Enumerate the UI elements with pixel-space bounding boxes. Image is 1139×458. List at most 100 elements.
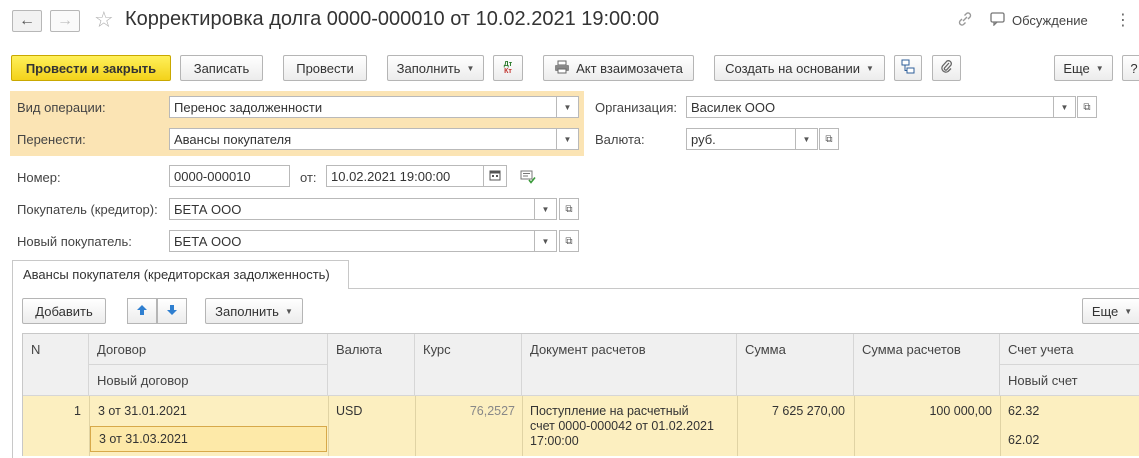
back-button[interactable]: ←: [12, 10, 42, 32]
cell-sum-calc[interactable]: 100 000,00: [854, 404, 992, 418]
open-window-icon: ⧉: [825, 133, 833, 145]
col-header-rate[interactable]: Курс: [415, 334, 522, 396]
post-button[interactable]: Провести: [283, 55, 367, 81]
number-field[interactable]: 0000-000010: [169, 165, 290, 187]
org-field[interactable]: Василек ООО: [686, 96, 1054, 118]
cell-doc-line2[interactable]: счет 0000-000042 от 01.02.2021: [530, 419, 714, 433]
transfer-field[interactable]: Авансы покупателя: [169, 128, 557, 150]
cell-new-account[interactable]: 62.02: [1008, 433, 1039, 447]
operation-label: Вид операции:: [17, 100, 106, 115]
cell-sum[interactable]: 7 625 270,00: [737, 404, 845, 418]
discussion-label: Обсуждение: [1012, 13, 1088, 28]
document-status-icon[interactable]: [520, 170, 536, 187]
table-fill-button[interactable]: Заполнить ▼: [205, 298, 303, 324]
post-and-close-button[interactable]: Провести и закрыть: [11, 55, 171, 81]
col-header-currency[interactable]: Валюта: [328, 334, 415, 396]
row-divider: [1000, 396, 1001, 456]
number-label: Номер:: [17, 170, 61, 185]
open-window-icon: ⧉: [565, 235, 573, 247]
buyer-label: Покупатель (кредитор):: [17, 202, 158, 217]
cell-doc-line1[interactable]: Поступление на расчетный: [530, 404, 689, 418]
transfer-label: Перенести:: [17, 132, 86, 147]
open-window-icon: ⧉: [1083, 101, 1091, 113]
arrow-up-icon: [136, 304, 148, 319]
save-button[interactable]: Записать: [180, 55, 263, 81]
col-header-n[interactable]: N: [23, 334, 89, 396]
attach-button[interactable]: [932, 55, 961, 81]
cell-currency[interactable]: USD: [336, 404, 362, 418]
new-buyer-label: Новый покупатель:: [17, 234, 132, 249]
chevron-down-icon: ▼: [865, 63, 874, 73]
currency-open-button[interactable]: ⧉: [819, 128, 839, 150]
move-up-button[interactable]: [127, 298, 157, 324]
fill-label: Заполнить: [396, 60, 461, 76]
fill-dropdown-button[interactable]: Заполнить ▼: [387, 55, 484, 81]
post-and-close-label: Провести и закрыть: [25, 60, 157, 76]
cell-n[interactable]: 1: [23, 404, 81, 418]
add-button[interactable]: Добавить: [22, 298, 106, 324]
row-divider: [328, 396, 329, 456]
col-header-account[interactable]: Счет учета: [1000, 334, 1139, 365]
star-icon[interactable]: ☆: [94, 7, 114, 33]
org-dropdown[interactable]: ▼: [1054, 96, 1076, 118]
chevron-down-icon: ▼: [563, 134, 572, 144]
calendar-icon: [489, 169, 501, 184]
transfer-dropdown[interactable]: ▼: [557, 128, 579, 150]
arrow-down-icon: [166, 304, 178, 319]
cell-contract[interactable]: 3 от 31.01.2021: [98, 404, 187, 418]
help-button[interactable]: ?: [1122, 55, 1139, 81]
new-buyer-field[interactable]: БЕТА ООО: [169, 230, 535, 252]
buyer-field[interactable]: БЕТА ООО: [169, 198, 535, 220]
table-more-button[interactable]: Еще ▼: [1082, 298, 1139, 324]
new-buyer-open-button[interactable]: ⧉: [559, 230, 579, 252]
chevron-down-icon: ▼: [541, 204, 550, 214]
document-structure-icon: [900, 59, 916, 78]
link-icon[interactable]: [957, 11, 973, 32]
more-button[interactable]: Еще ▼: [1054, 55, 1113, 81]
calendar-button[interactable]: [484, 165, 507, 187]
page-title: Корректировка долга 0000-000010 от 10.02…: [125, 8, 660, 30]
currency-dropdown[interactable]: ▼: [796, 128, 818, 150]
col-header-sum-calc[interactable]: Сумма расчетов: [854, 334, 1000, 396]
buyer-open-button[interactable]: ⧉: [559, 198, 579, 220]
col-header-contract[interactable]: Договор: [89, 334, 328, 365]
discussion-button[interactable]: Обсуждение: [990, 12, 1088, 29]
chevron-down-icon: ▼: [466, 63, 475, 73]
operation-dropdown[interactable]: ▼: [557, 96, 579, 118]
structure-button[interactable]: [894, 55, 922, 81]
offset-act-button[interactable]: Акт взаимозачета: [543, 55, 694, 81]
currency-field[interactable]: руб.: [686, 128, 796, 150]
buyer-dropdown[interactable]: ▼: [535, 198, 557, 220]
post-label: Провести: [296, 60, 354, 76]
org-open-button[interactable]: ⧉: [1077, 96, 1097, 118]
move-down-button[interactable]: [157, 298, 187, 324]
create-based-on-label: Создать на основании: [725, 60, 860, 76]
save-label: Записать: [193, 60, 250, 76]
dt-kt-icon: Дт Кт: [503, 61, 513, 75]
org-label: Организация:: [595, 100, 678, 115]
operation-field[interactable]: Перенос задолженности: [169, 96, 557, 118]
col-header-new-contract[interactable]: Новый договор: [89, 365, 328, 396]
more-label: Еще: [1063, 60, 1090, 76]
chevron-down-icon: ▼: [802, 134, 811, 144]
dt-kt-button[interactable]: Дт Кт: [493, 55, 523, 81]
date-field[interactable]: 10.02.2021 19:00:00: [326, 165, 484, 187]
create-based-on-button[interactable]: Создать на основании ▼: [714, 55, 885, 81]
vertical-dots-icon[interactable]: ⋮: [1115, 10, 1131, 30]
new-buyer-dropdown[interactable]: ▼: [535, 230, 557, 252]
paperclip-icon: [940, 59, 954, 78]
open-window-icon: ⧉: [565, 203, 573, 215]
col-header-new-account[interactable]: Новый счет: [1000, 365, 1139, 396]
col-header-doc[interactable]: Документ расчетов: [522, 334, 737, 396]
tab-buyer-advances[interactable]: Авансы покупателя (кредиторская задолжен…: [12, 260, 349, 289]
cell-new-contract-editor[interactable]: 3 от 31.03.2021: [90, 426, 327, 452]
cell-rate[interactable]: 76,2527: [415, 404, 515, 418]
forward-button[interactable]: →: [50, 10, 80, 32]
chevron-down-icon: ▼: [563, 102, 572, 112]
cell-doc-line3[interactable]: 17:00:00: [530, 434, 579, 448]
chevron-down-icon: ▼: [284, 306, 293, 316]
cell-account[interactable]: 62.32: [1008, 404, 1039, 418]
offset-act-label: Акт взаимозачета: [576, 60, 683, 76]
col-header-sum[interactable]: Сумма: [737, 334, 854, 396]
chat-bubble-icon: [990, 12, 1006, 29]
